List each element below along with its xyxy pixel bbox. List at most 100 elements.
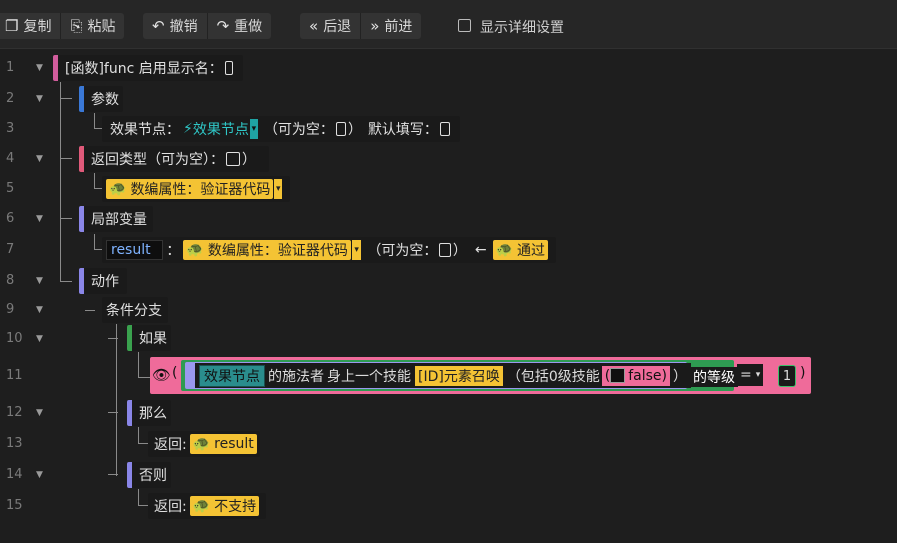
display-name-checkbox[interactable]	[224, 61, 233, 75]
return-else-row[interactable]: 返回: 🐢 不支持	[148, 493, 266, 519]
return-type-dropdown[interactable]: ▾	[274, 179, 282, 199]
block-color-bar	[127, 325, 132, 351]
local-var-row[interactable]: result ： 🐢 数编属性：验证器代码 ▾ （可为空： ） ← 🐢 通过	[102, 237, 556, 263]
return-nullable-checkbox[interactable]	[226, 152, 240, 166]
caster-label: 的施法者	[268, 368, 324, 385]
line-number: 11	[6, 368, 23, 383]
line-number: 8	[6, 273, 15, 288]
locals-title: 局部变量	[91, 212, 147, 228]
lightning-icon: ⚡	[183, 121, 193, 137]
line-number: 2	[6, 91, 15, 106]
undo-icon: ↶	[152, 16, 165, 35]
condition-expression[interactable]: 👁 ( 效果节点 的施法者 身上一个技能 [ID]元素召唤 （包括0级技能 ( …	[150, 357, 811, 394]
function-block[interactable]: [函数]func 启用显示名：	[53, 55, 243, 81]
clipboard-group: ❐ 复制 ⎘ 粘贴	[0, 13, 125, 39]
copy-button[interactable]: ❐ 复制	[0, 13, 62, 39]
else-block[interactable]: 否则	[127, 462, 171, 488]
return-label: 返回:	[154, 499, 187, 515]
block-color-bar	[127, 462, 132, 488]
return-then-row[interactable]: 返回: 🐢 result	[148, 431, 260, 457]
line-number: 1	[6, 60, 15, 75]
tree-line	[138, 377, 150, 378]
fold-caret-icon[interactable]: ▼	[36, 470, 43, 480]
return-type-block[interactable]: 返回类型（可为空）： ）	[79, 146, 269, 172]
paste-button[interactable]: ⎘ 粘贴	[61, 13, 124, 39]
paste-icon: ⎘	[70, 16, 83, 35]
branch-block[interactable]: 条件分支	[102, 297, 168, 323]
operator-select[interactable]: = ▾	[737, 364, 764, 386]
block-color-bar	[79, 206, 84, 232]
block-color-bar	[127, 400, 132, 426]
double-chevron-right-icon: »	[370, 16, 380, 35]
var-nullable-label: （可为空：	[367, 243, 438, 259]
skill-query[interactable]: 效果节点 的施法者 身上一个技能 [ID]元素召唤 （包括0级技能 ( fals…	[195, 363, 692, 388]
nullable-close: ）	[347, 122, 362, 138]
then-block[interactable]: 那么	[127, 400, 171, 426]
turtle-icon: 🐢	[192, 436, 211, 452]
end-paren: )	[800, 365, 806, 381]
fold-caret-icon[interactable]: ▼	[36, 408, 43, 418]
line-number: 10	[6, 331, 23, 346]
close-paren: ）	[673, 368, 688, 385]
fold-caret-icon[interactable]: ▼	[36, 154, 43, 164]
return-else-chip[interactable]: 🐢 不支持	[189, 496, 260, 516]
then-title: 那么	[139, 406, 167, 422]
fold-caret-icon[interactable]: ▼	[36, 63, 43, 73]
tree-line	[94, 173, 95, 189]
back-button[interactable]: « 后退	[300, 13, 362, 39]
if-block[interactable]: 如果	[127, 325, 171, 351]
var-nullable-checkbox[interactable]	[439, 243, 451, 257]
default-checkbox[interactable]	[439, 122, 450, 136]
navigation-group: « 后退 » 前进	[300, 13, 422, 39]
tree-line	[60, 218, 72, 219]
chevron-down-icon: ▾	[755, 370, 761, 380]
level-label: 的等级	[690, 367, 738, 387]
eye-icon[interactable]: 👁	[152, 366, 171, 384]
undo-button[interactable]: ↶ 撤销	[143, 13, 208, 39]
block-color-bar	[53, 55, 58, 81]
locals-block[interactable]: 局部变量	[79, 206, 153, 232]
return-then-chip[interactable]: 🐢 result	[189, 434, 257, 454]
fold-caret-icon[interactable]: ▼	[36, 334, 43, 344]
forward-button[interactable]: » 前进	[361, 13, 421, 39]
fold-caret-icon[interactable]: ▼	[36, 305, 43, 315]
line-number: 7	[6, 242, 15, 257]
var-type-dropdown[interactable]: ▾	[351, 240, 362, 260]
block-color-bar	[79, 146, 84, 172]
line-number: 15	[6, 498, 23, 513]
line-number: 4	[6, 151, 15, 166]
flag-checkbox[interactable]	[610, 368, 626, 383]
copy-icon: ❐	[5, 16, 19, 35]
param-type-dropdown[interactable]: ▾	[249, 119, 258, 139]
var-name-input[interactable]: result	[106, 240, 164, 260]
fold-caret-icon[interactable]: ▼	[36, 276, 43, 286]
var-type-chip[interactable]: 🐢 数编属性：验证器代码	[183, 240, 351, 260]
compare-value[interactable]: 1	[778, 365, 796, 387]
params-block[interactable]: 参数	[79, 86, 123, 112]
tree-line	[60, 98, 72, 99]
redo-button[interactable]: ↷ 重做	[208, 13, 272, 39]
var-value-chip[interactable]: 🐢 通过	[492, 240, 548, 260]
fold-caret-icon[interactable]: ▼	[36, 94, 43, 104]
show-details-checkbox[interactable]	[458, 19, 471, 32]
nullable-checkbox[interactable]	[335, 122, 346, 136]
tree-line	[60, 281, 72, 282]
fold-caret-icon[interactable]: ▼	[36, 214, 43, 224]
actions-block[interactable]: 动作	[79, 268, 127, 294]
include-label: （包括0级技能	[506, 368, 600, 385]
skill-id-chip[interactable]: [ID]元素召唤	[415, 365, 503, 386]
tree-line	[108, 412, 118, 413]
effect-node-chip[interactable]: 效果节点	[199, 364, 265, 387]
var-nullable-close: ）	[452, 243, 467, 259]
flag-chip[interactable]: ( false )	[601, 365, 671, 386]
actions-title: 动作	[91, 274, 119, 290]
if-title: 如果	[139, 331, 167, 347]
param-row[interactable]: 效果节点： ⚡ 效果节点 ▾ （可为空： ） 默认填写：	[102, 116, 460, 142]
branch-title: 条件分支	[106, 303, 162, 319]
line-number: 5	[6, 181, 15, 196]
params-title: 参数	[91, 92, 119, 108]
return-type-row[interactable]: 🐢 数编属性：验证器代码 ▾	[102, 176, 290, 202]
return-type-chip[interactable]: 🐢 数编属性：验证器代码	[106, 179, 274, 199]
nullable-label: （可为空：	[263, 122, 334, 138]
history-group: ↶ 撤销 ↷ 重做	[143, 13, 272, 39]
